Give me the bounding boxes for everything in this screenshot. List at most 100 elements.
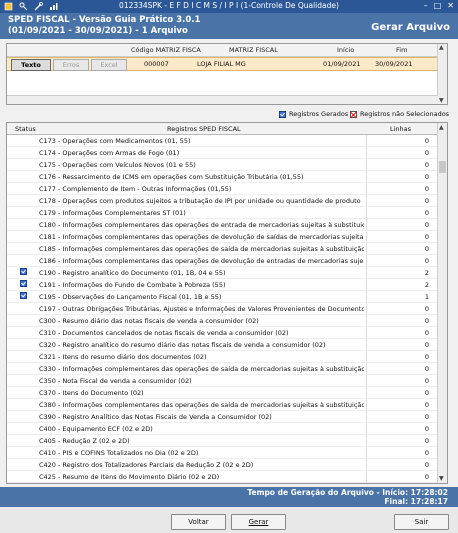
table-row[interactable]: C320 - Registro analítico do resumo diár…: [7, 339, 438, 351]
table-row[interactable]: C176 - Ressarcimento de ICMS em operaçõe…: [7, 171, 438, 183]
table-row[interactable]: C177 - Complemento de Item - Outras Info…: [7, 183, 438, 195]
file-grid-header: Código MATRIZ FISCA MATRIZ FISCAL Início…: [7, 44, 447, 57]
table-row[interactable]: C178 - Operações com produtos sujeitos a…: [7, 195, 438, 207]
table-row[interactable]: C310 - Documentos cancelados de notas fi…: [7, 327, 438, 339]
column-divider: [366, 243, 367, 254]
checked-checkbox-icon[interactable]: [20, 292, 27, 299]
table-row[interactable]: C174 - Operações com Armas de Fogo (01) 0: [7, 147, 438, 159]
column-divider: [366, 459, 367, 470]
scroll-up-icon[interactable]: ▲: [439, 44, 444, 51]
table-row[interactable]: C330 - Informações complementares das op…: [7, 363, 438, 375]
col-registros: Registros SPED FISCAL: [167, 125, 241, 133]
table-row[interactable]: C175 - Operações com Veículos Novos (01 …: [7, 159, 438, 171]
generation-time-start: Tempo de Geração do Arquivo - Início: 17…: [247, 488, 448, 497]
table-row[interactable]: C390 - Registro Analítico das Notas Fisc…: [7, 411, 438, 423]
column-divider: [366, 411, 367, 422]
col-fim: Fim: [396, 46, 408, 54]
window-title: 012334SPK - E F D I C M S / I P I (1-Con…: [119, 1, 339, 10]
table-row[interactable]: C321 - Itens do resumo diário dos docume…: [7, 351, 438, 363]
table-row[interactable]: C186 - Informações complementares das op…: [7, 255, 438, 267]
status-checkbox[interactable]: [20, 280, 27, 289]
registros-grid-vscroll[interactable]: ▲ ▼: [437, 123, 447, 483]
registro-label: C400 - Equipamento ECF (02 e 2D): [39, 425, 153, 433]
registro-label: C177 - Complemento de Item - Outras Info…: [39, 185, 232, 193]
status-checkbox[interactable]: [20, 268, 27, 277]
table-row[interactable]: C197 - Outras Obrigações Tributárias, Aj…: [7, 303, 438, 315]
linhas-count: 0: [424, 233, 429, 241]
scroll-up-icon[interactable]: ▲: [439, 124, 444, 131]
registro-label: C410 - PIS e COFINS Totalizados no Dia (…: [39, 449, 199, 457]
column-divider: [366, 363, 367, 374]
registro-label: C190 - Registro analítico do Documento (…: [39, 269, 226, 277]
minimize-button[interactable]: –: [424, 1, 428, 10]
table-row[interactable]: C405 - Redução Z (02 e 2D) 0: [7, 435, 438, 447]
scroll-down-icon[interactable]: ▼: [439, 97, 444, 104]
column-divider: [366, 195, 367, 206]
registro-label: C370 - Itens do Documento (02): [39, 389, 144, 397]
table-row[interactable]: C300 - Resumo diário das notas fiscais d…: [7, 315, 438, 327]
table-row[interactable]: C380 - Informações complementares das op…: [7, 399, 438, 411]
table-row[interactable]: C180 - Informações complementares das op…: [7, 219, 438, 231]
checked-checkbox-icon[interactable]: [20, 280, 27, 287]
linhas-count: 0: [424, 221, 429, 229]
header-action-title: Gerar Arquivo: [371, 22, 450, 33]
checked-checkbox-icon: [279, 110, 286, 118]
registro-label: C330 - Informações complementares das op…: [39, 365, 364, 373]
table-row[interactable]: C190 - Registro analítico do Documento (…: [7, 267, 438, 279]
registro-label: C197 - Outras Obrigações Tributárias, Aj…: [39, 305, 364, 313]
table-row[interactable]: C420 - Registro dos Totalizadores Parcia…: [7, 459, 438, 471]
excel-button[interactable]: Excel: [91, 59, 127, 71]
maximize-button[interactable]: □: [434, 1, 442, 10]
checked-checkbox-icon[interactable]: [20, 268, 27, 275]
linhas-count: 0: [424, 173, 429, 181]
table-row[interactable]: C410 - PIS e COFINS Totalizados no Dia (…: [7, 447, 438, 459]
column-divider: [366, 279, 367, 290]
column-divider: [366, 159, 367, 170]
window-controls: – □ ✕: [424, 1, 454, 10]
table-row[interactable]: C191 - Informações do Fundo de Combate à…: [7, 279, 438, 291]
linhas-count: 0: [424, 161, 429, 169]
col-codigo: Código MATRIZ FISCA: [131, 46, 201, 54]
registro-label: C180 - Informações complementares das op…: [39, 221, 364, 229]
registro-label: C405 - Redução Z (02 e 2D): [39, 437, 130, 445]
registro-label: C320 - Registro analítico do resumo diár…: [39, 341, 326, 349]
erros-button[interactable]: Erros: [53, 59, 89, 71]
table-row[interactable]: C350 - Nota Fiscal de venda a consumidor…: [7, 375, 438, 387]
registro-label: C174 - Operações com Armas de Fogo (01): [39, 149, 180, 157]
registro-label: C191 - Informações do Fundo de Combate à…: [39, 281, 226, 289]
texto-button[interactable]: Texto: [11, 59, 51, 71]
column-divider: [366, 375, 367, 386]
table-row[interactable]: C179 - Informações Complementares ST (01…: [7, 207, 438, 219]
table-row[interactable]: C195 - Observações do Lançamento Fiscal …: [7, 291, 438, 303]
registro-label: C186 - Informações complementares das op…: [39, 257, 364, 265]
scroll-thumb[interactable]: [439, 161, 446, 173]
table-row[interactable]: C181 - Informações complementares das op…: [7, 231, 438, 243]
file-grid-vscroll[interactable]: ▲ ▼: [437, 44, 447, 104]
table-row[interactable]: C400 - Equipamento ECF (02 e 2D) 0: [7, 423, 438, 435]
registro-label: C425 - Resumo de Itens do Movimento Diár…: [39, 473, 220, 481]
footer-band: Tempo de Geração do Arquivo - Início: 17…: [0, 487, 458, 507]
linhas-count: 0: [424, 437, 429, 445]
voltar-button[interactable]: Voltar: [171, 514, 226, 530]
linhas-count: 0: [424, 197, 429, 205]
table-row[interactable]: C425 - Resumo de Itens do Movimento Diár…: [7, 471, 438, 483]
table-row[interactable]: C173 - Operações com Medicamentos (01, 5…: [7, 135, 438, 147]
table-row[interactable]: C370 - Itens do Documento (02) 0: [7, 387, 438, 399]
registro-label: C176 - Ressarcimento de ICMS em operaçõe…: [39, 173, 304, 181]
status-checkbox[interactable]: [20, 292, 27, 301]
column-divider: [366, 315, 367, 326]
sair-button[interactable]: Sair: [394, 514, 449, 530]
gerar-label: Gerar: [248, 518, 269, 526]
table-row[interactable]: C430 - Informações complementares das op…: [7, 483, 438, 484]
scroll-down-icon[interactable]: ▼: [439, 475, 444, 482]
column-divider: [366, 399, 367, 410]
file-grid-hscroll[interactable]: [7, 95, 438, 104]
close-button[interactable]: ✕: [447, 1, 454, 10]
table-row[interactable]: C185 - Informações complementares das op…: [7, 243, 438, 255]
linhas-count: 0: [424, 245, 429, 253]
registro-label: C173 - Operações com Medicamentos (01, 5…: [39, 137, 191, 145]
column-divider: [366, 171, 367, 182]
column-divider: [366, 423, 367, 434]
file-grid-row[interactable]: Texto Erros Excel 000007 LOJA FILIAL MG …: [7, 57, 447, 71]
gerar-button[interactable]: Gerar: [231, 514, 286, 530]
